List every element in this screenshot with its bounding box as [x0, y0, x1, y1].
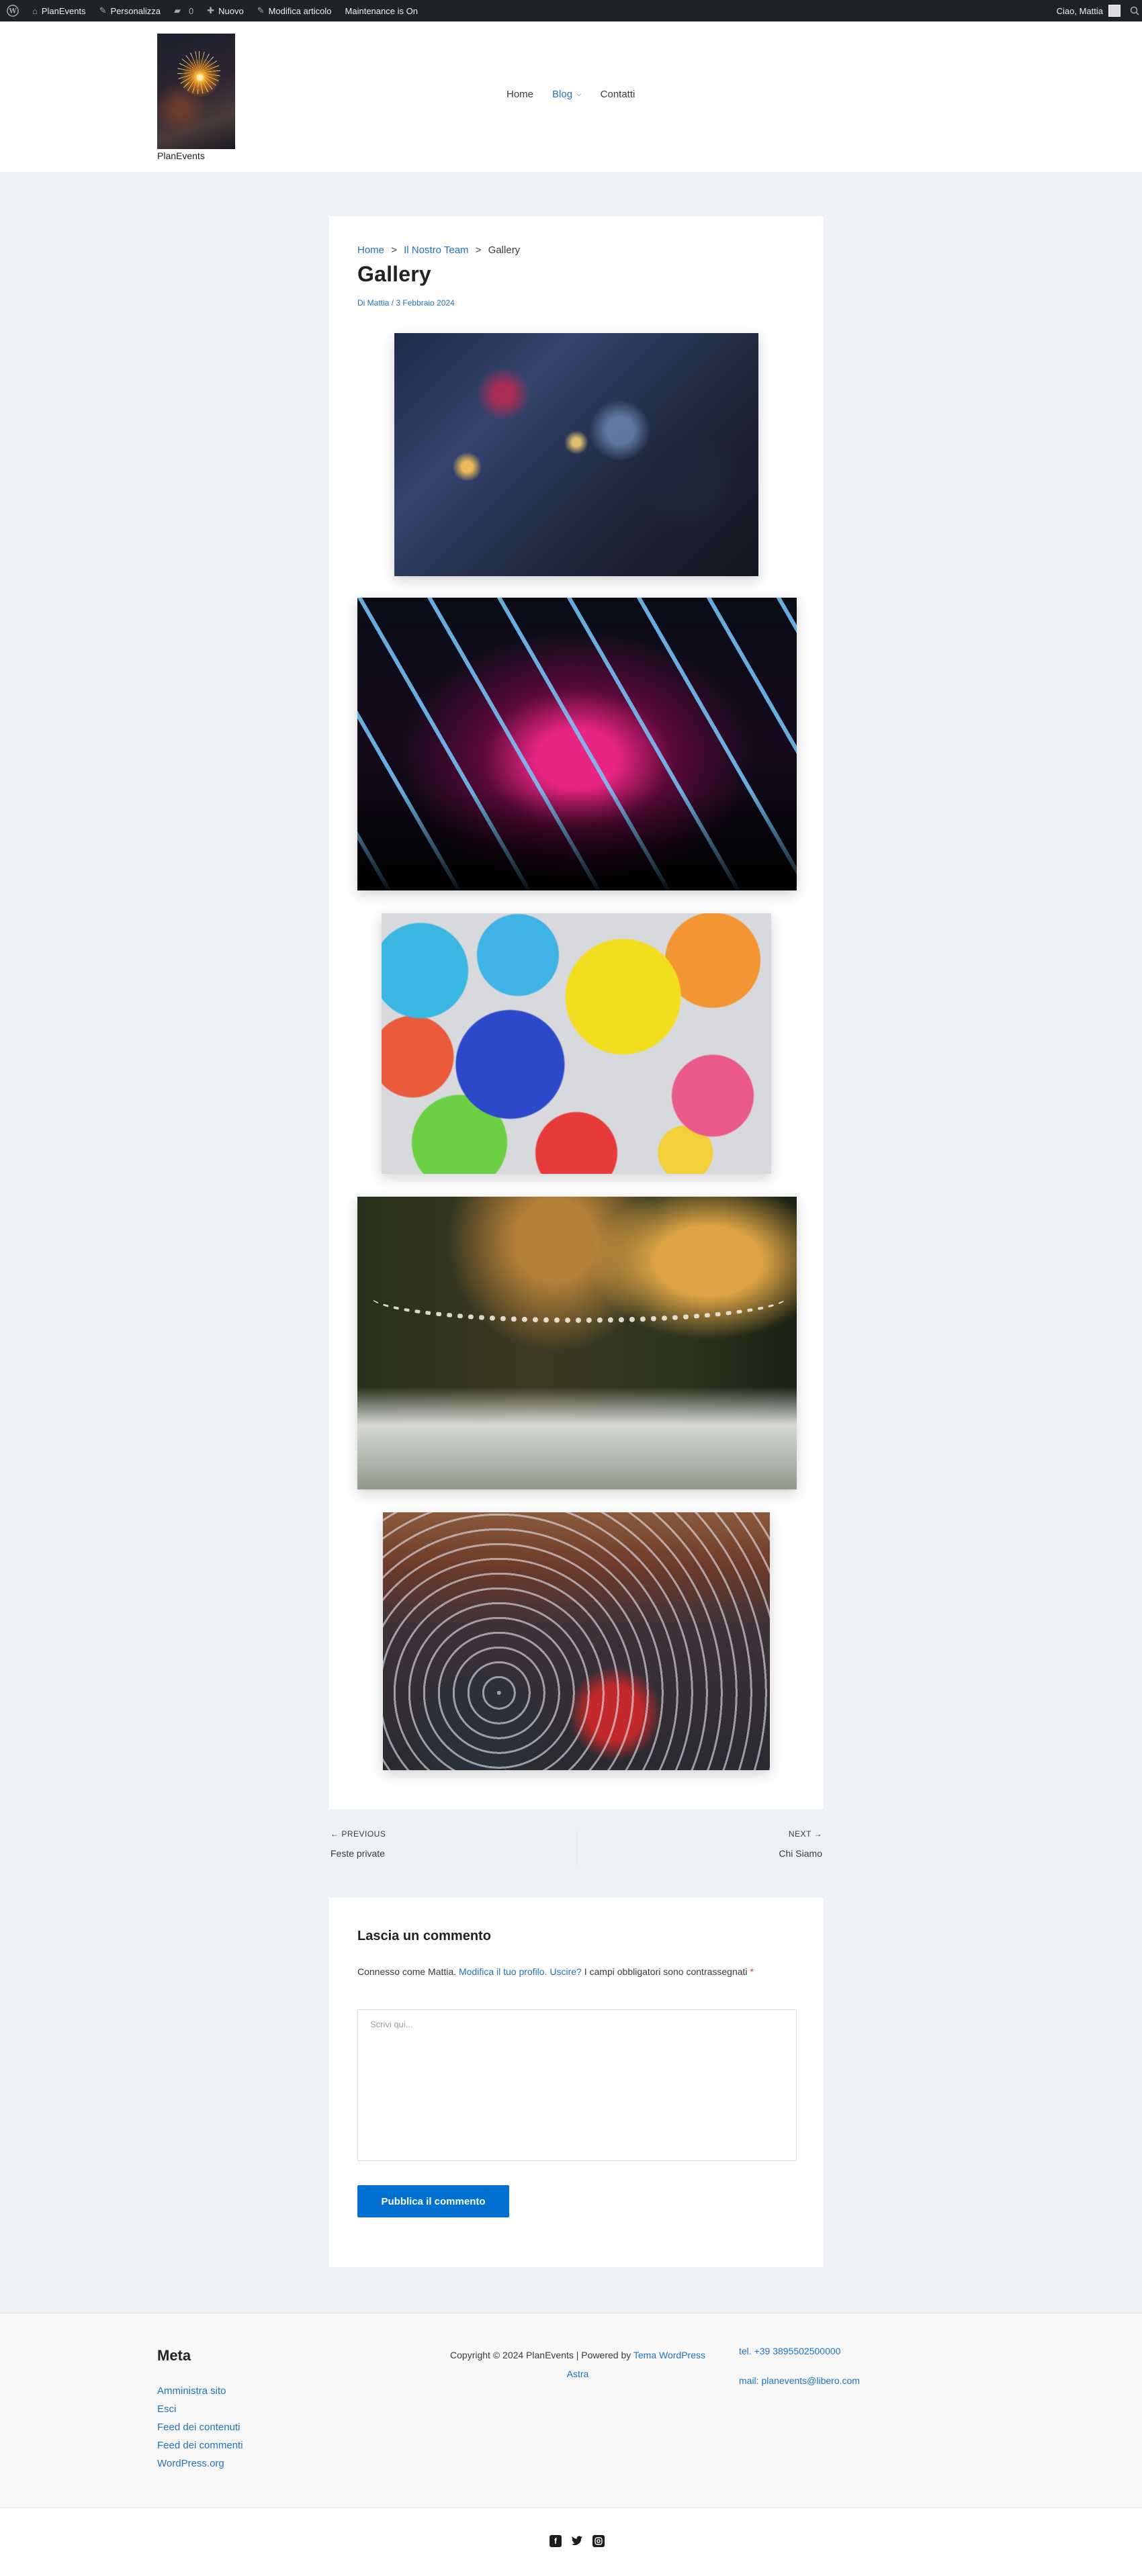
admin-customize[interactable]: ✎ Personalizza [93, 0, 167, 21]
divider [576, 1829, 577, 1867]
phone-link[interactable]: tel. +39 3895502500000 [739, 2346, 860, 2356]
reply-title: Lascia un commento [357, 1929, 491, 1943]
admin-edit-label: Modifica articolo [268, 5, 332, 16]
copyright: Copyright © 2024 PlanEvents | Powered by… [450, 2346, 705, 2383]
svg-text:W: W [8, 8, 17, 15]
meta-link-wordpress[interactable]: WordPress.org [157, 2458, 224, 2469]
gallery-image-balloons[interactable] [382, 913, 771, 1174]
site-logo[interactable] [157, 34, 235, 149]
admin-bar: W ⌂ PlanEvents ✎ Personalizza ▰ 0 ✚ Nuov… [0, 0, 1142, 21]
breadcrumb-current: Gallery [488, 244, 521, 256]
comment-bubble-icon: ▰ [173, 5, 181, 15]
next-label: NEXT → [788, 1829, 822, 1839]
logged-in-text: Connesso come Mattia. [357, 1966, 457, 1977]
logout-link[interactable]: Uscire? [550, 1966, 581, 1977]
list-item: Feed dei contenuti [157, 2418, 243, 2436]
meta-link-comments-feed[interactable]: Feed dei commenti [157, 2440, 243, 2451]
nav-item-home[interactable]: Home [497, 89, 543, 100]
comment-textarea[interactable] [357, 2009, 797, 2161]
submit-comment-button[interactable]: Pubblica il commento [357, 2185, 509, 2217]
list-item: Feed dei commenti [157, 2436, 243, 2454]
gallery-image-dinner-table[interactable] [394, 333, 758, 576]
footer-widgets: Meta Amministra sito Esci Feed dei conte… [0, 2313, 1142, 2508]
admin-site-name-label: PlanEvents [41, 5, 86, 16]
next-post-link[interactable]: NEXT → Chi Siamo [779, 1829, 822, 1859]
nav-item-contatti-label: Contatti [600, 89, 635, 100]
list-item: Amministra sito [157, 2382, 243, 2400]
breadcrumb-home[interactable]: Home [357, 244, 384, 256]
plus-icon: ✚ [207, 5, 215, 15]
admin-new[interactable]: ✚ Nuovo [200, 0, 250, 21]
admin-new-label: Nuovo [218, 5, 244, 16]
footer-bottom-bar: f [0, 2508, 1142, 2576]
brush-icon: ✎ [99, 5, 107, 15]
edit-profile-link[interactable]: Modifica il tuo profilo. [459, 1966, 547, 1977]
required-mark: * [750, 1966, 754, 1977]
twitter-icon[interactable] [571, 2535, 583, 2547]
page-title: Gallery [357, 262, 431, 286]
admin-maintenance[interactable]: Maintenance is On [339, 0, 425, 21]
previous-title: Feste private [331, 1848, 385, 1859]
social-icons: f [550, 2535, 605, 2547]
chevron-down-icon: ⌵ [576, 91, 582, 98]
gallery-image-neon-party[interactable] [357, 598, 797, 890]
admin-comments-count: 0 [188, 5, 194, 16]
logged-in-as: Connesso come Mattia. Modifica il tuo pr… [357, 1962, 787, 1981]
main-navigation: Home Blog ⌵ Contatti [497, 89, 644, 100]
meta-link-logout[interactable]: Esci [157, 2403, 176, 2415]
breadcrumb-separator: > [475, 244, 482, 256]
meta-link-admin[interactable]: Amministra sito [157, 2385, 226, 2397]
avatar [1108, 5, 1121, 17]
facebook-icon[interactable]: f [550, 2535, 562, 2547]
copyright-text: Copyright © 2024 PlanEvents | Powered by [450, 2350, 631, 2360]
admin-greeting: Ciao, Mattia [1056, 5, 1103, 16]
previous-post-link[interactable]: ← PREVIOUS Feste private [331, 1829, 386, 1859]
comment-form-card: Lascia un commento Connesso come Mattia.… [329, 1898, 824, 2267]
search-icon[interactable] [1127, 0, 1142, 21]
site-header: PlanEvents Home Blog ⌵ Contatti [0, 21, 1142, 172]
nav-item-blog-label: Blog [552, 89, 573, 100]
gallery-image-crowd[interactable] [383, 1512, 770, 1770]
admin-site-name[interactable]: ⌂ PlanEvents [26, 0, 93, 21]
breadcrumb-team[interactable]: Il Nostro Team [404, 244, 468, 256]
home-icon: ⌂ [32, 5, 38, 16]
gallery-image-garden-tree[interactable] [357, 1197, 797, 1489]
admin-maintenance-label: Maintenance is On [345, 5, 418, 16]
post-navigation: ← PREVIOUS Feste private NEXT → Chi Siam… [329, 1829, 824, 1870]
breadcrumb-separator: > [391, 244, 397, 256]
nav-item-home-label: Home [507, 89, 534, 100]
wordpress-logo-icon[interactable]: W [0, 0, 26, 21]
meta-link-entries-feed[interactable]: Feed dei contenuti [157, 2422, 240, 2433]
instagram-icon[interactable] [592, 2535, 605, 2547]
nav-item-blog[interactable]: Blog ⌵ [543, 89, 591, 100]
breadcrumb: Home > Il Nostro Team > Gallery [357, 244, 520, 256]
meta-widget-title: Meta [157, 2347, 191, 2364]
list-item: Esci [157, 2400, 243, 2418]
article-card: Home > Il Nostro Team > Gallery Gallery … [329, 216, 824, 1809]
post-meta[interactable]: Di Mattia / 3 Febbraio 2024 [357, 298, 455, 308]
email-link[interactable]: mail: planevents@libero.com [739, 2375, 860, 2386]
required-fields-text: I campi obbligatori sono contrassegnati [584, 1966, 748, 1977]
footer-contacts: tel. +39 3895502500000 mail: planevents@… [739, 2346, 860, 2405]
list-item: WordPress.org [157, 2454, 243, 2473]
admin-customize-label: Personalizza [110, 5, 161, 16]
next-title: Chi Siamo [779, 1848, 822, 1859]
pencil-icon: ✎ [257, 5, 265, 15]
site-title[interactable]: PlanEvents [157, 150, 205, 161]
admin-account[interactable]: Ciao, Mattia [1050, 0, 1127, 21]
admin-edit-post[interactable]: ✎ Modifica articolo [251, 0, 339, 21]
admin-comments[interactable]: ▰ 0 [167, 0, 200, 21]
meta-links: Amministra sito Esci Feed dei contenuti … [157, 2382, 243, 2473]
previous-label: ← PREVIOUS [331, 1829, 386, 1839]
nav-item-contatti[interactable]: Contatti [591, 89, 645, 100]
